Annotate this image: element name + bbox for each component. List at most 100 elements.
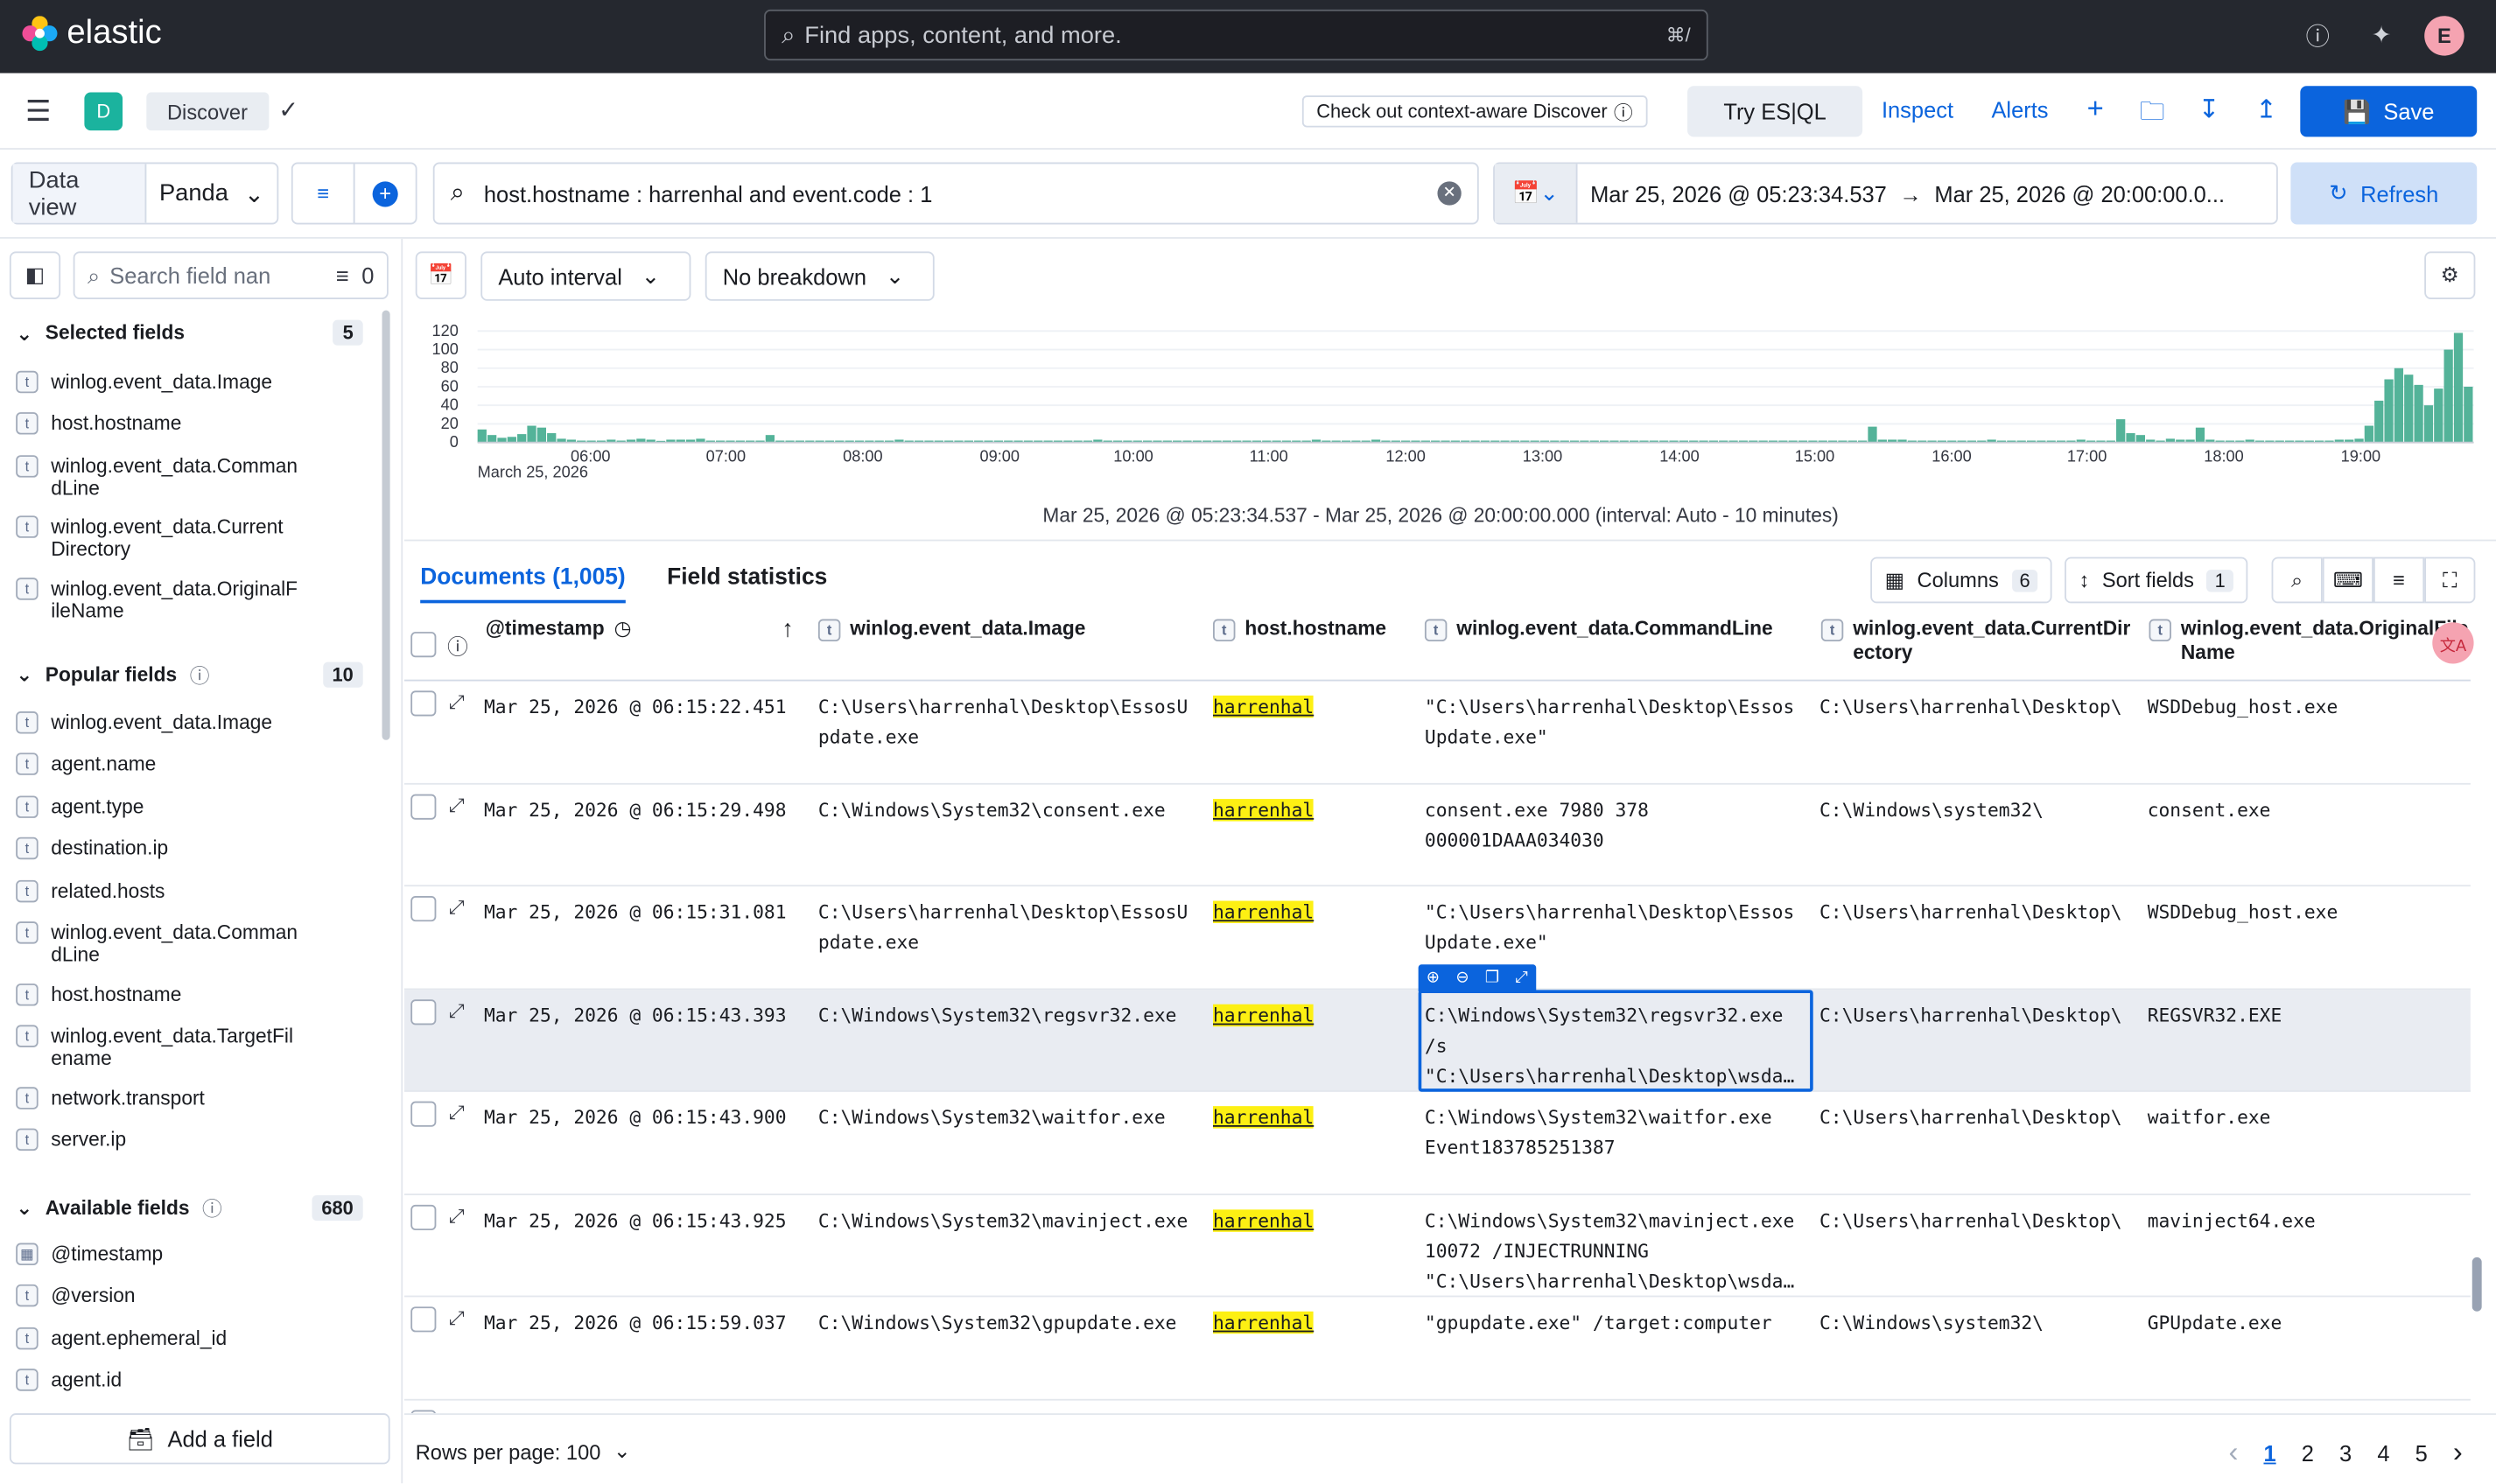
field-item[interactable]: t destination.ip	[16, 836, 358, 860]
histogram-bar[interactable]	[507, 437, 516, 443]
expand-row-icon[interactable]: ⤢	[449, 1204, 464, 1228]
cell-origname[interactable]: waitfor.exe	[2148, 1102, 2271, 1133]
chart-settings-icon[interactable]: ⚙	[2424, 251, 2476, 299]
filter-out-icon[interactable]: ⊖	[1455, 969, 1469, 986]
histogram-bar[interactable]	[1868, 426, 1877, 443]
page-1[interactable]: 1	[2263, 1439, 2275, 1465]
histogram-bar[interactable]	[477, 429, 487, 443]
cell-curdir[interactable]: C:\Windows\system32\	[1819, 795, 2044, 826]
field-item[interactable]: t winlog.event_data.Image	[16, 711, 358, 734]
help-icon[interactable]: ⓘ	[2300, 18, 2335, 52]
popular-fields-header[interactable]: ⌄ Popular fields ⓘ 10	[16, 659, 363, 690]
date-end[interactable]: Mar 25, 2026 @ 20:00:00.0...	[1934, 180, 2225, 206]
breadcrumb-discover[interactable]: Discover	[146, 92, 269, 131]
table-search-icon[interactable]: ⌕	[2271, 556, 2323, 604]
cell-image[interactable]: C:\Windows\System32\gpupdate.exe	[818, 1308, 1177, 1339]
cell-curdir[interactable]: C:\Users\harrenhal\Desktop\	[1819, 1206, 2122, 1236]
page-4[interactable]: 4	[2377, 1439, 2389, 1465]
cell-hostname[interactable]: harrenhal	[1213, 1308, 1315, 1339]
cell-curdir[interactable]: C:\Users\harrenhal\Desktop\	[1819, 898, 2122, 928]
row-info-icon[interactable]: ⓘ	[447, 630, 468, 661]
selected-fields-header[interactable]: ⌄ Selected fields 5	[16, 319, 363, 346]
field-item[interactable]: t host.hostname	[16, 984, 358, 1006]
add-field-button[interactable]: 🗃 Add a field	[9, 1413, 390, 1465]
query-input[interactable]: ⌕ host.hostname : harrenhal and event.co…	[432, 162, 1479, 225]
next-page-icon[interactable]: ›	[2453, 1436, 2463, 1469]
inspect-link[interactable]: Inspect	[1882, 97, 1953, 122]
sort-fields-button[interactable]: ↕ Sort fields 1	[2065, 556, 2248, 604]
expand-row-icon[interactable]: ⤢	[449, 998, 464, 1022]
cell-hostname[interactable]: harrenhal	[1213, 795, 1315, 826]
table-row[interactable]: ⤢ Mar 25, 2026 @ 06:15:43.900 C:\Windows\S…	[404, 1092, 2471, 1195]
tab-documents[interactable]: Documents (1,005)	[420, 565, 626, 604]
global-search-input[interactable]: ⌕ Find apps, content, and more. ⌘/	[764, 9, 1708, 61]
cell-image[interactable]: C:\Windows\System32\regsvr32.exe	[818, 1000, 1177, 1031]
cell-image[interactable]: C:\Users\harrenhal\Desktop\EssosU pdate.…	[818, 898, 1188, 958]
tab-field-statistics[interactable]: Field statistics	[667, 565, 827, 591]
page-3[interactable]: 3	[2339, 1439, 2352, 1465]
cell-curdir[interactable]: C:\Users\harrenhal\Desktop\	[1819, 692, 2122, 723]
field-item[interactable]: t agent.id	[16, 1368, 358, 1391]
cell-image[interactable]: C:\Windows\System32\mavinject.exe	[818, 1206, 1188, 1236]
download-icon[interactable]: ↧	[2198, 94, 2219, 125]
breakdown-select[interactable]: No breakdown ⌄	[705, 251, 935, 301]
histogram-bar[interactable]	[2443, 349, 2453, 443]
column-header-curdir[interactable]: t winlog.event_data.CurrentDir ectory	[1820, 618, 2132, 666]
histogram-bar[interactable]	[2434, 388, 2443, 443]
cell-timestamp[interactable]: Mar 25, 2026 @ 06:15:43.393	[484, 1000, 787, 1031]
histogram-bar[interactable]	[2126, 433, 2135, 443]
share-icon[interactable]: ↥	[2255, 94, 2276, 125]
histogram-bar[interactable]	[765, 435, 775, 443]
page-2[interactable]: 2	[2302, 1439, 2314, 1465]
cell-curdir[interactable]: C:\Users\harrenhal\Desktop\	[1819, 1102, 2122, 1133]
histogram-bar[interactable]	[2195, 427, 2205, 443]
table-row[interactable]: ⤢ Mar 25, 2026 @ 06:15:59.037 C:\Windows\S…	[404, 1297, 2471, 1400]
histogram-bar[interactable]	[527, 425, 536, 443]
histogram-bar[interactable]	[2384, 379, 2394, 443]
available-fields-header[interactable]: ⌄ Available fields ⓘ 680	[16, 1192, 363, 1222]
expand-cell-icon[interactable]: ⤢	[1516, 969, 1529, 986]
column-header-image[interactable]: t winlog.event_data.Image	[817, 618, 1085, 642]
histogram-bar[interactable]	[2364, 425, 2374, 443]
cell-timestamp[interactable]: Mar 25, 2026 @ 06:15:31.081	[484, 898, 787, 928]
field-item[interactable]: t server.ip	[16, 1128, 358, 1152]
table-row[interactable]: ⤢Mar 25, 2026 @ 06:16:14.196C:\Windows\S…	[404, 1400, 2471, 1414]
cell-cmdline[interactable]: "C:\Users\harrenhal\Desktop\Essos Update…	[1425, 898, 1794, 958]
refresh-button[interactable]: ↻ Refresh	[2290, 162, 2478, 225]
translate-extension-icon[interactable]: 文A	[2432, 622, 2474, 664]
cell-origname[interactable]: REGSVR32.EXE	[2148, 1000, 2282, 1031]
cell-cmdline[interactable]: "gpupdate.exe" /target:computer	[1425, 1308, 1772, 1339]
field-item[interactable]: t winlog.event_data.Comman dLine	[16, 921, 358, 966]
histogram-chart[interactable]: 120100806040200 06:00 07:00 08:00 09:00 10:00…	[414, 318, 2484, 490]
columns-button[interactable]: ▦ Columns 6	[1870, 556, 2053, 604]
histogram-bar[interactable]	[2404, 374, 2414, 443]
cell-cmdline[interactable]: C:\Windows\System32\mavinject.exe 10072 …	[1425, 1206, 1794, 1297]
space-avatar[interactable]: D	[84, 92, 123, 131]
column-header-cmdline[interactable]: t winlog.event_data.CommandLine	[1424, 618, 1773, 642]
cell-hostname[interactable]: harrenhal	[1213, 1206, 1315, 1236]
calendar-icon[interactable]: 📅⌄	[1494, 164, 1578, 223]
histogram-bar[interactable]	[2453, 332, 2464, 443]
menu-icon[interactable]: ☰	[25, 95, 51, 129]
page-5[interactable]: 5	[2415, 1439, 2428, 1465]
expand-row-icon[interactable]: ⤢	[449, 690, 464, 714]
histogram-bar[interactable]	[2135, 435, 2146, 443]
field-item[interactable]: t host.hostname	[16, 412, 358, 435]
table-row[interactable]: ⤢ Mar 25, 2026 @ 06:15:29.498 C:\Windows\S…	[404, 784, 2471, 887]
copy-icon[interactable]: ❐	[1485, 969, 1499, 986]
field-item[interactable]: t winlog.event_data.Image	[16, 370, 358, 394]
table-row[interactable]: ⤢ Mar 25, 2026 @ 06:15:43.393 C:\Windows\S…	[404, 989, 2471, 1092]
data-view-picker[interactable]: Data view Panda ⌄	[11, 162, 279, 225]
cell-origname[interactable]: consent.exe	[2148, 795, 2271, 826]
cell-origname[interactable]: GPUpdate.exe	[2148, 1308, 2282, 1339]
histogram-bar[interactable]	[2464, 386, 2473, 443]
cell-timestamp[interactable]: Mar 25, 2026 @ 06:15:43.900	[484, 1102, 787, 1133]
histogram-bar[interactable]	[547, 433, 557, 443]
cell-timestamp[interactable]: Mar 25, 2026 @ 06:15:22.451	[484, 692, 787, 723]
cell-hostname[interactable]: harrenhal	[1213, 692, 1315, 723]
open-folder-icon[interactable]: 🗀	[2140, 94, 2165, 136]
cell-origname[interactable]: WSDDebug_host.exe	[2148, 692, 2338, 723]
cell-curdir[interactable]: C:\Windows\system32\	[1819, 1308, 2044, 1339]
sidebar-scrollbar[interactable]	[382, 310, 390, 740]
column-header-hostname[interactable]: t host.hostname	[1213, 618, 1386, 642]
